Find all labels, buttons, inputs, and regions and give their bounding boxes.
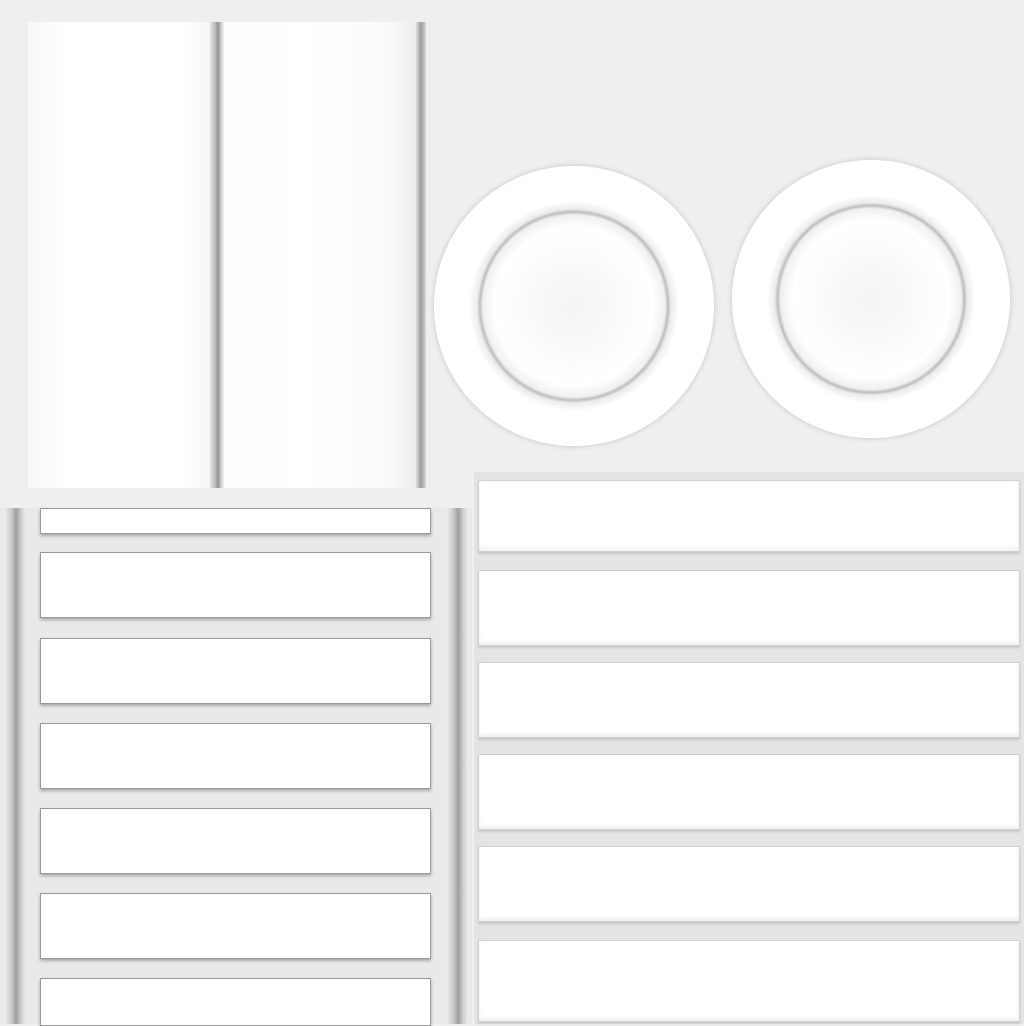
ring-right — [732, 160, 1010, 438]
ladder-rung-6 — [40, 893, 431, 959]
tall-panel-divider — [210, 22, 224, 488]
ring-left — [434, 166, 714, 446]
tall-panel-right — [224, 22, 420, 488]
ladder-rail-left — [4, 508, 26, 1024]
ladder-rung-5 — [40, 808, 431, 874]
plank-6 — [478, 940, 1020, 1022]
ladder-rung-1 — [40, 508, 431, 534]
plank-3 — [478, 662, 1020, 738]
ladder-rail-right — [446, 508, 468, 1024]
tall-panel-edge — [416, 22, 426, 488]
ladder-rung-7 — [40, 978, 431, 1026]
ladder-rung-4 — [40, 723, 431, 789]
plank-4 — [478, 754, 1020, 830]
tall-panel-left — [28, 22, 216, 488]
plank-1 — [478, 480, 1020, 552]
ladder-rung-3 — [40, 638, 431, 704]
plank-5 — [478, 846, 1020, 922]
plank-2 — [478, 570, 1020, 646]
ladder-rung-2 — [40, 552, 431, 618]
